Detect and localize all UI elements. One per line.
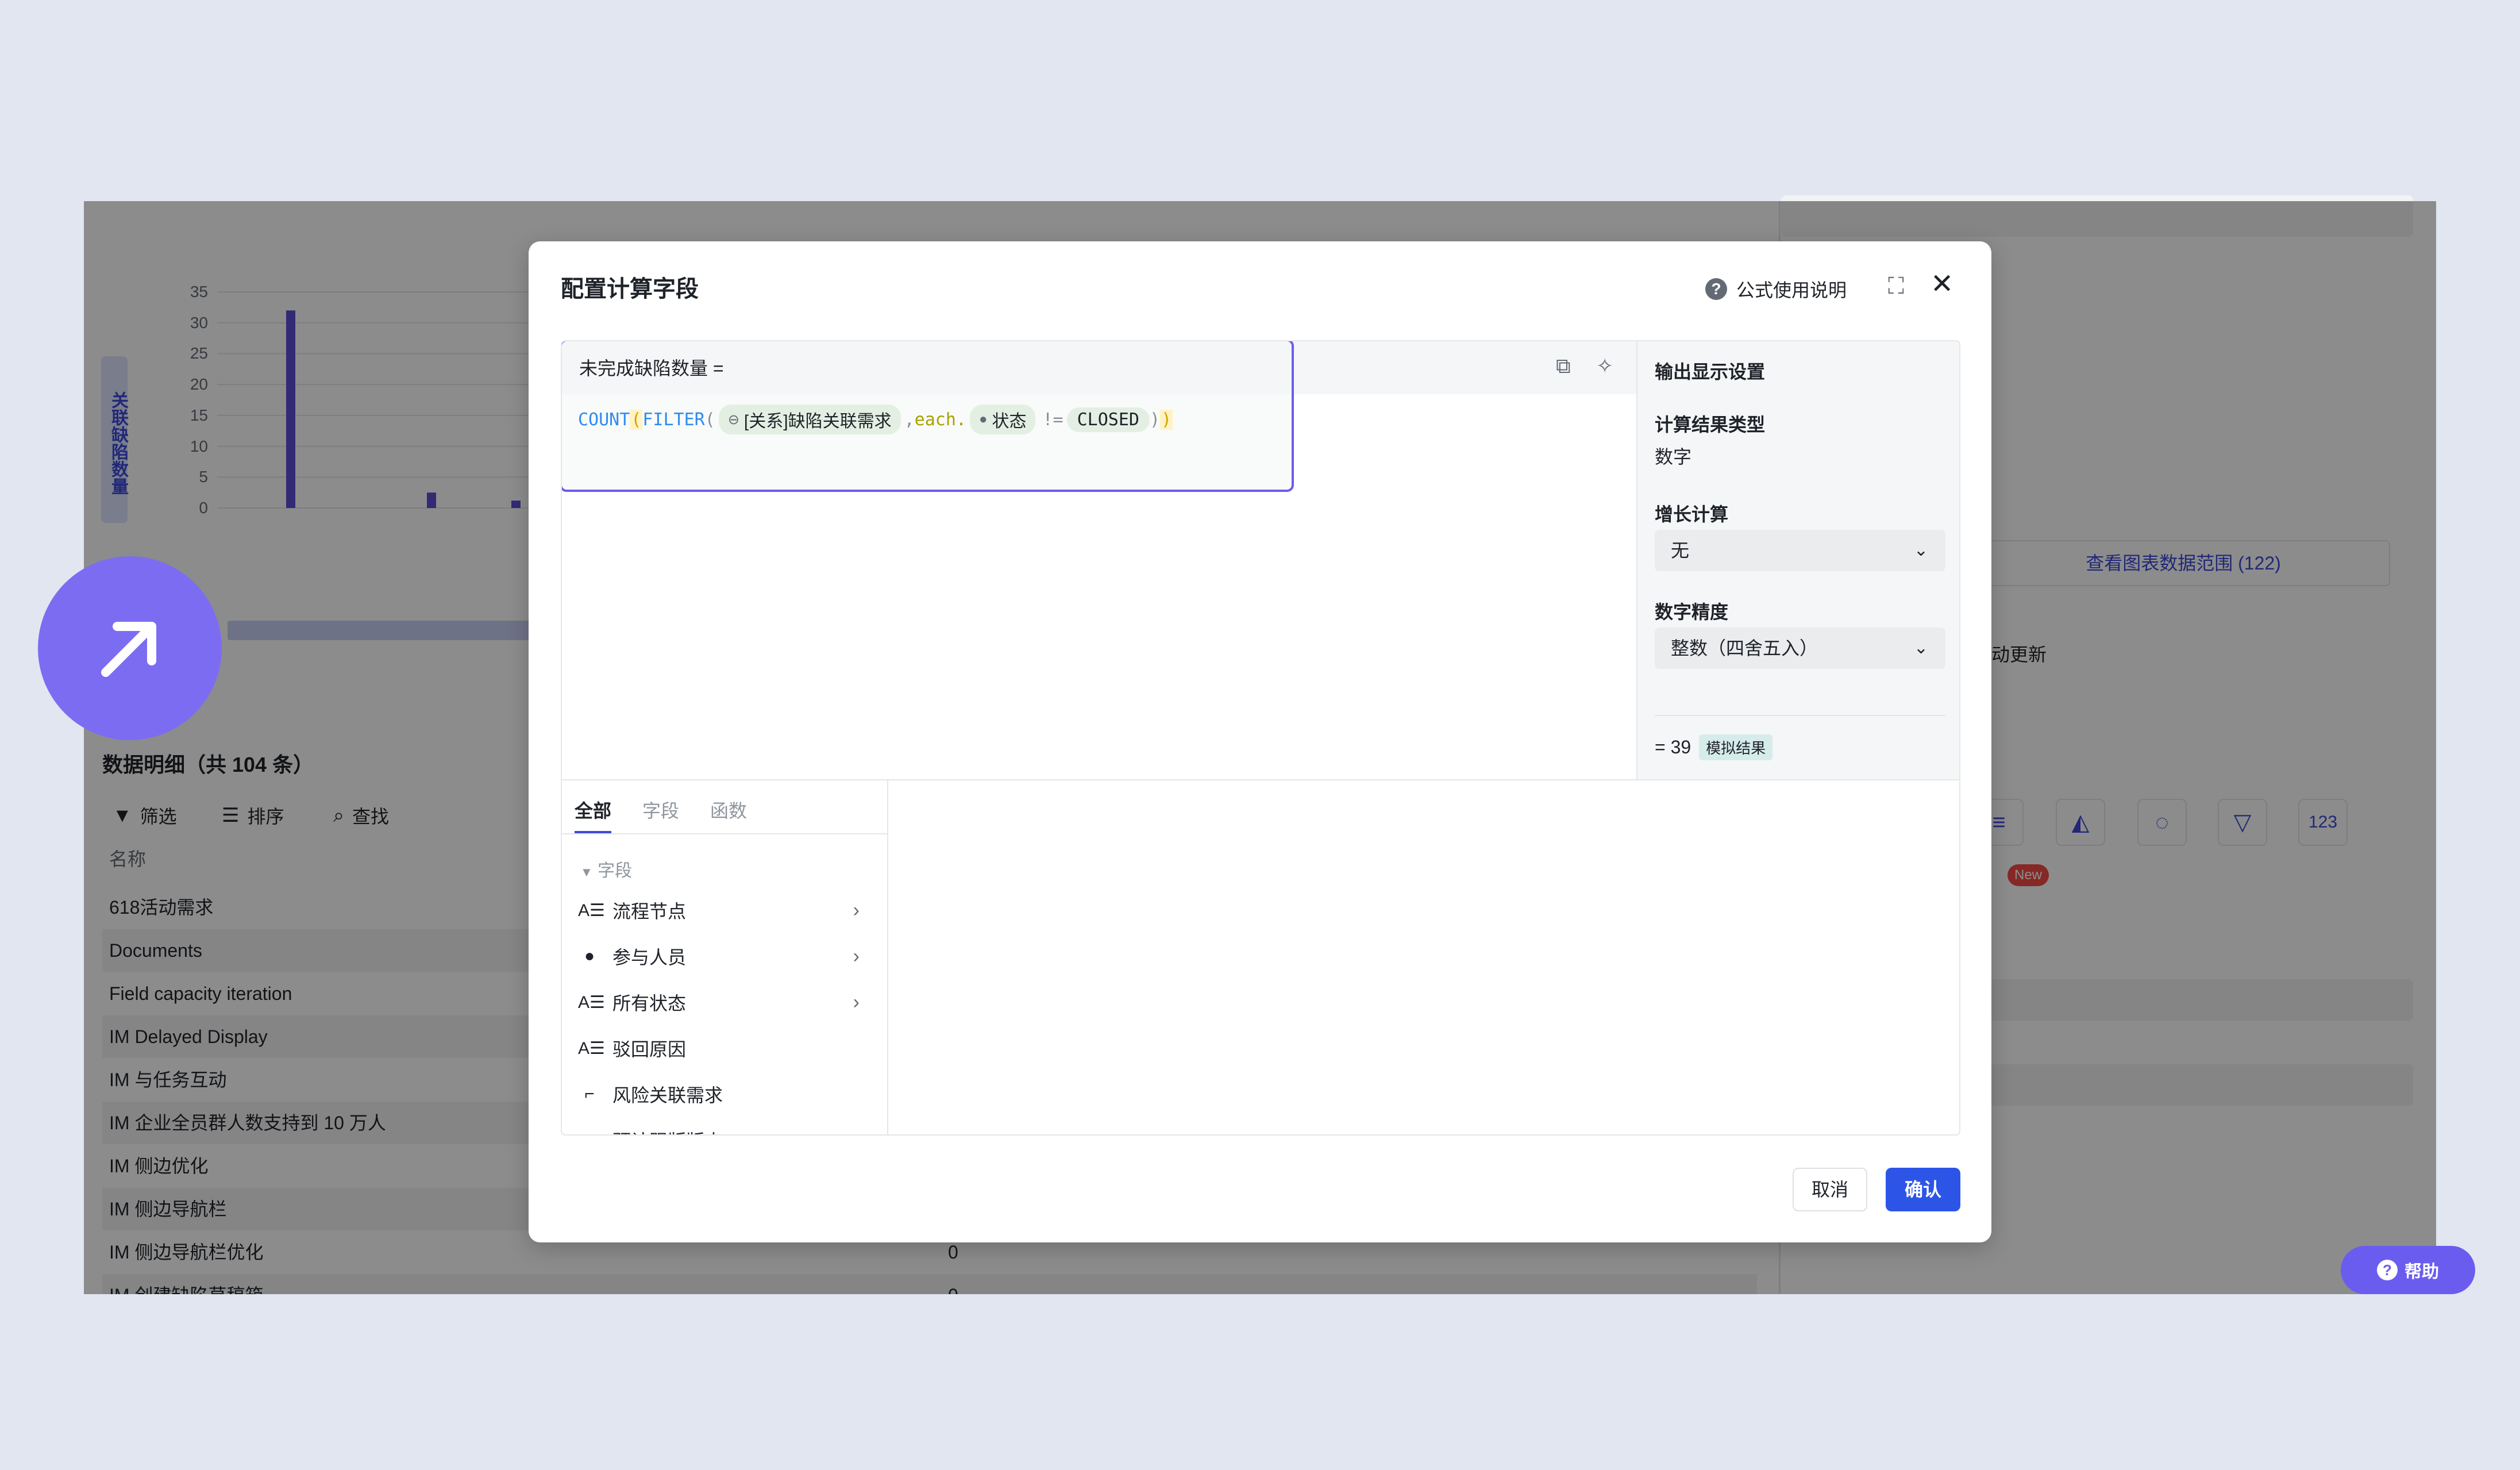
library-item-reject-reason[interactable]: A☰ 驳回原因 (578, 1025, 871, 1071)
tab-all[interactable]: 全部 (575, 796, 612, 833)
cancel-button[interactable]: 取消 (1793, 1168, 1867, 1211)
group-label: 字段 (598, 861, 633, 880)
tabs-divider (562, 833, 887, 834)
relation-field-chip[interactable]: ⊖ [关系]缺陷关联需求 (718, 405, 901, 434)
library-item-flow-node[interactable]: A☰ 流程节点 › (578, 887, 871, 933)
text-field-icon: A☰ (578, 1038, 605, 1058)
item-label: 风险关联需求 (612, 1085, 723, 1106)
caret-down-icon: ▼ (580, 865, 593, 879)
close-icon[interactable]: ✕ (1931, 268, 1953, 300)
help-button[interactable]: ? 帮助 (2341, 1246, 2475, 1294)
field-name-label: 未完成缺陷数量 = (579, 358, 724, 379)
chevron-down-icon: ⌄ (1913, 638, 1928, 657)
text-field-icon: A☰ (578, 901, 605, 920)
status-icon: ● (978, 411, 988, 427)
tab-functions[interactable]: 函数 (710, 796, 747, 833)
output-settings-panel: 输出显示设置 计算结果类型 数字 增长计算 无 ⌄ 数字精度 整数（四舍五入） … (1636, 341, 1959, 779)
group-header-fields[interactable]: ▼ 字段 (580, 856, 632, 882)
copy-icon[interactable]: ⧉ (1556, 354, 1571, 379)
output-settings-title: 输出显示设置 (1655, 361, 1766, 382)
format-icon[interactable]: ✧ (1596, 354, 1613, 378)
formula-help-link[interactable]: ? 公式使用说明 (1705, 276, 1847, 302)
relation-field-label: [关系]缺陷关联需求 (743, 412, 892, 431)
library-item-risk-requirement[interactable]: ⌐ 风险关联需求 (578, 1071, 871, 1117)
person-icon: ● (584, 946, 595, 965)
growth-label: 增长计算 (1655, 504, 1729, 525)
precision-label: 数字精度 (1655, 602, 1729, 622)
text-field-icon: A☰ (578, 992, 605, 1012)
relation-icon: ⌐ (584, 1084, 595, 1103)
question-icon: ? (1705, 278, 1727, 300)
arrow-up-right-icon (101, 622, 156, 677)
formula-area[interactable]: ⧉ ✧ 未完成缺陷数量 = COUNT ( FILTER ( ⊖ [关系]缺陷关… (562, 341, 1636, 779)
tab-fields[interactable]: 字段 (642, 796, 679, 833)
precision-select[interactable]: 整数（四舍五入） ⌄ (1655, 628, 1945, 669)
chevron-down-icon: ⌄ (1913, 541, 1928, 560)
status-field-label: 状态 (992, 412, 1027, 431)
function-library: 全部 字段 函数 ▼ 字段 A☰ 流程节点 › ● 参与人员 › A☰ 所有状态… (562, 780, 888, 1134)
item-label: 参与人员 (612, 947, 687, 968)
item-label: 驳回原因 (612, 1039, 687, 1060)
formula-editor: ⧉ ✧ 未完成缺陷数量 = COUNT ( FILTER ( ⊖ [关系]缺陷关… (561, 340, 1960, 1136)
result-type-label: 计算结果类型 (1655, 414, 1766, 435)
growth-select[interactable]: 无 ⌄ (1655, 530, 1945, 571)
person-icon: ● (578, 1130, 601, 1134)
library-item-all-status[interactable]: A☰ 所有状态 › (578, 979, 871, 1025)
not-equal-operator: != (1042, 409, 1064, 430)
item-label: 流程节点 (612, 901, 687, 922)
simulated-badge: 模拟结果 (1699, 734, 1773, 760)
formula-help-label: 公式使用说明 (1736, 280, 1847, 301)
chevron-right-icon: › (853, 945, 860, 967)
library-item-version[interactable]: ● 预计跟版版本 (578, 1117, 871, 1134)
link-icon: ⊖ (727, 411, 739, 428)
each-keyword: each. (914, 409, 966, 430)
precision-value: 整数（四舍五入） (1671, 638, 1818, 659)
count-fn: COUNT (578, 409, 630, 430)
filter-fn: FILTER (642, 409, 705, 430)
formula-expression[interactable]: COUNT ( FILTER ( ⊖ [关系]缺陷关联需求 , each. ● … (578, 405, 1173, 434)
open-link-button[interactable] (38, 556, 222, 740)
library-item-participants[interactable]: ● 参与人员 › (578, 933, 871, 979)
growth-value: 无 (1671, 540, 1690, 561)
expand-icon[interactable]: ⛶ (1888, 274, 1904, 299)
chevron-right-icon: › (853, 899, 860, 921)
status-field-chip[interactable]: ● 状态 (969, 405, 1036, 434)
simulated-result: = 39 模拟结果 (1655, 734, 1773, 760)
closed-string-chip[interactable]: CLOSED (1066, 407, 1150, 432)
item-label: 预计跟版版本 (612, 1127, 723, 1134)
question-icon: ? (2377, 1260, 2398, 1280)
lower-pane: 全部 字段 函数 ▼ 字段 A☰ 流程节点 › ● 参与人员 › A☰ 所有状态… (562, 779, 1959, 1134)
confirm-button[interactable]: 确认 (1886, 1168, 1960, 1211)
help-label: 帮助 (2405, 1263, 2439, 1282)
result-value: = 39 (1655, 737, 1691, 757)
result-type-value: 数字 (1655, 447, 1692, 467)
item-label: 所有状态 (612, 993, 687, 1014)
divider (1655, 715, 1945, 716)
calc-field-dialog: 配置计算字段 ? 公式使用说明 ⛶ ✕ ⧉ ✧ 未完成缺陷数量 = COUNT … (529, 241, 1991, 1242)
dialog-title: 配置计算字段 (561, 276, 699, 302)
chevron-right-icon: › (853, 991, 860, 1013)
library-tabs: 全部 字段 函数 (575, 796, 747, 833)
